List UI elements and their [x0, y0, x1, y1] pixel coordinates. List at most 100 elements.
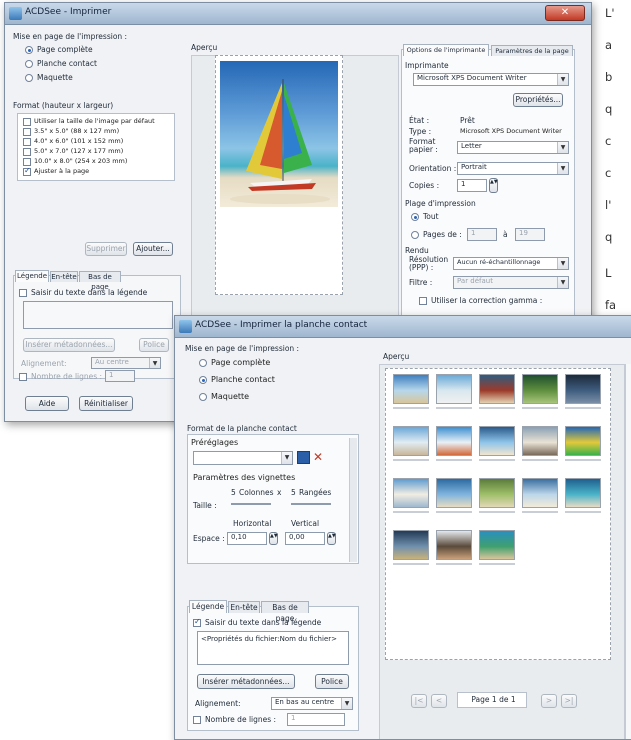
- caption-text-area[interactable]: [23, 301, 173, 329]
- vertical-input[interactable]: 0,00: [285, 532, 325, 545]
- format-option: 5.0" x 7.0" (127 x 177 mm): [34, 147, 124, 155]
- format-checkbox[interactable]: [23, 128, 31, 136]
- horizontal-input[interactable]: 0,10: [227, 532, 267, 545]
- chevron-down-icon: ▼: [557, 277, 568, 288]
- printer-dropdown[interactable]: Microsoft XPS Document Writer ▼: [413, 73, 569, 86]
- cols-label: Colonnes: [239, 488, 274, 497]
- thumbnail-caption-line: [522, 459, 558, 461]
- reinitialiser-button[interactable]: Réinitialiser: [79, 396, 133, 411]
- pages-from-input[interactable]: 1: [467, 228, 497, 241]
- first-page-button[interactable]: |<: [411, 694, 427, 708]
- resolution-dropdown[interactable]: Aucun ré-échantillonnage ▼: [453, 257, 569, 270]
- format-checkbox-fit[interactable]: [23, 166, 31, 176]
- format-checkbox[interactable]: [23, 138, 31, 146]
- vertical-spinner[interactable]: ▲▼: [327, 532, 336, 545]
- delete-icon[interactable]: ✕: [313, 450, 323, 464]
- thumbnail-caption-line: [436, 459, 472, 461]
- alignement-dropdown[interactable]: Au centre ▼: [91, 357, 161, 369]
- close-icon[interactable]: ✕: [545, 5, 585, 21]
- radio-maquette[interactable]: [25, 74, 33, 82]
- filtre-dropdown[interactable]: Par défaut ▼: [453, 276, 569, 289]
- last-page-button[interactable]: >|: [561, 694, 577, 708]
- nombre-lignes-checkbox[interactable]: [19, 373, 27, 381]
- horizontal-label: Horizontal: [233, 519, 272, 528]
- inserer-metadonnees-button[interactable]: Insérer métadonnées...: [23, 338, 115, 352]
- aide-button[interactable]: Aide: [25, 396, 69, 411]
- saisir-label: Saisir du texte dans la légende: [205, 618, 322, 627]
- saisir-label: Saisir du texte dans la légende: [31, 288, 148, 297]
- thumbnail-caption-line: [479, 511, 515, 513]
- tab-legende[interactable]: Légende: [15, 270, 49, 282]
- radio-tout[interactable]: [411, 213, 419, 221]
- pages-de-label: Pages de :: [423, 230, 462, 239]
- copies-input[interactable]: 1: [457, 179, 487, 192]
- preglages-dropdown[interactable]: ▼: [193, 451, 293, 465]
- supprimer-button[interactable]: Supprimer: [85, 242, 127, 256]
- ajouter-button[interactable]: Ajouter...: [133, 242, 173, 256]
- nombre-lignes-input[interactable]: 1: [105, 370, 135, 382]
- police-button[interactable]: Police: [139, 338, 169, 352]
- nombre-lignes-input[interactable]: 1: [287, 713, 345, 726]
- apercu-label: Aperçu: [383, 352, 410, 361]
- article-line: L: [605, 266, 612, 280]
- cols-slider[interactable]: [231, 503, 271, 505]
- caption-text-area[interactable]: <Propriétés du fichier:Nom du fichier>: [197, 631, 349, 665]
- contact-thumbnail: [565, 426, 601, 456]
- tab-parametres-page[interactable]: Paramètres de la page: [491, 45, 573, 56]
- format-checkbox[interactable]: [23, 148, 31, 156]
- pages-to-input[interactable]: 19: [515, 228, 545, 241]
- radio-page-complete[interactable]: [25, 46, 33, 54]
- orientation-dropdown[interactable]: Portrait ▼: [457, 162, 569, 175]
- contact-sheet-window: ACDSee - Imprimer la planche contact Mis…: [174, 315, 631, 740]
- save-icon[interactable]: [297, 451, 310, 464]
- thumbnail-caption-line: [565, 407, 601, 409]
- radio-planche-contact[interactable]: [199, 376, 207, 384]
- tab-en-tete[interactable]: En-tête: [228, 601, 260, 613]
- preview-photo-sailboat: [220, 61, 338, 207]
- radio-page-complete[interactable]: [199, 359, 207, 367]
- contact-window-titlebar[interactable]: ACDSee - Imprimer la planche contact: [175, 316, 631, 338]
- scrollbar[interactable]: [349, 438, 357, 562]
- inserer-metadonnees-button[interactable]: Insérer métadonnées...: [197, 674, 295, 689]
- rows-slider[interactable]: [291, 503, 331, 505]
- next-page-button[interactable]: >: [541, 694, 557, 708]
- vertical-label: Vertical: [291, 519, 320, 528]
- format-list: Utiliser la taille de l'image par défaut…: [17, 113, 175, 181]
- print-window-titlebar[interactable]: ACDSee - Imprimer ✕: [5, 3, 591, 25]
- police-button[interactable]: Police: [315, 674, 349, 689]
- copies-spinner[interactable]: ▲▼: [489, 178, 498, 193]
- nombre-lignes-checkbox[interactable]: [193, 716, 201, 724]
- radio-pages[interactable]: [411, 231, 419, 239]
- thumbnail-caption-line: [479, 459, 515, 461]
- tab-legende[interactable]: Légende: [189, 600, 227, 613]
- thumbnail-caption-line: [393, 563, 429, 565]
- contact-thumbnail: [522, 374, 558, 404]
- format-checkbox[interactable]: [23, 118, 31, 126]
- contact-thumbnail: [436, 374, 472, 404]
- tab-bas-de-page[interactable]: Bas de page: [79, 271, 121, 291]
- gamma-checkbox[interactable]: [419, 297, 427, 305]
- saisir-checkbox[interactable]: [19, 289, 27, 297]
- proprietes-button[interactable]: Propriétés...: [513, 93, 563, 107]
- article-line: l': [605, 198, 612, 212]
- alignement-dropdown[interactable]: En bas au centre ▼: [271, 697, 353, 710]
- radio-maquette[interactable]: [199, 393, 207, 401]
- tab-options-imprimante[interactable]: Options de l'imprimante: [403, 44, 489, 56]
- espace-label: Espace :: [193, 534, 225, 543]
- article-line: q: [605, 102, 613, 116]
- horizontal-spinner[interactable]: ▲▼: [269, 532, 278, 545]
- saisir-checkbox[interactable]: [193, 617, 201, 627]
- alignement-label: Alignement:: [195, 699, 241, 708]
- tab-bas-de-page[interactable]: Bas de page: [261, 601, 309, 623]
- contact-thumbnail: [479, 478, 515, 508]
- format-checkbox[interactable]: [23, 158, 31, 166]
- contact-thumbnail: [436, 530, 472, 560]
- contact-thumbnail: [479, 426, 515, 456]
- format-papier-dropdown[interactable]: Letter ▼: [457, 141, 569, 154]
- rendu-label: Rendu: [405, 246, 429, 255]
- plage-label: Plage d'impression: [405, 199, 476, 208]
- tab-en-tete[interactable]: En-tête: [50, 271, 78, 282]
- article-line: L': [605, 6, 615, 20]
- radio-planche-contact[interactable]: [25, 60, 33, 68]
- prev-page-button[interactable]: <: [431, 694, 447, 708]
